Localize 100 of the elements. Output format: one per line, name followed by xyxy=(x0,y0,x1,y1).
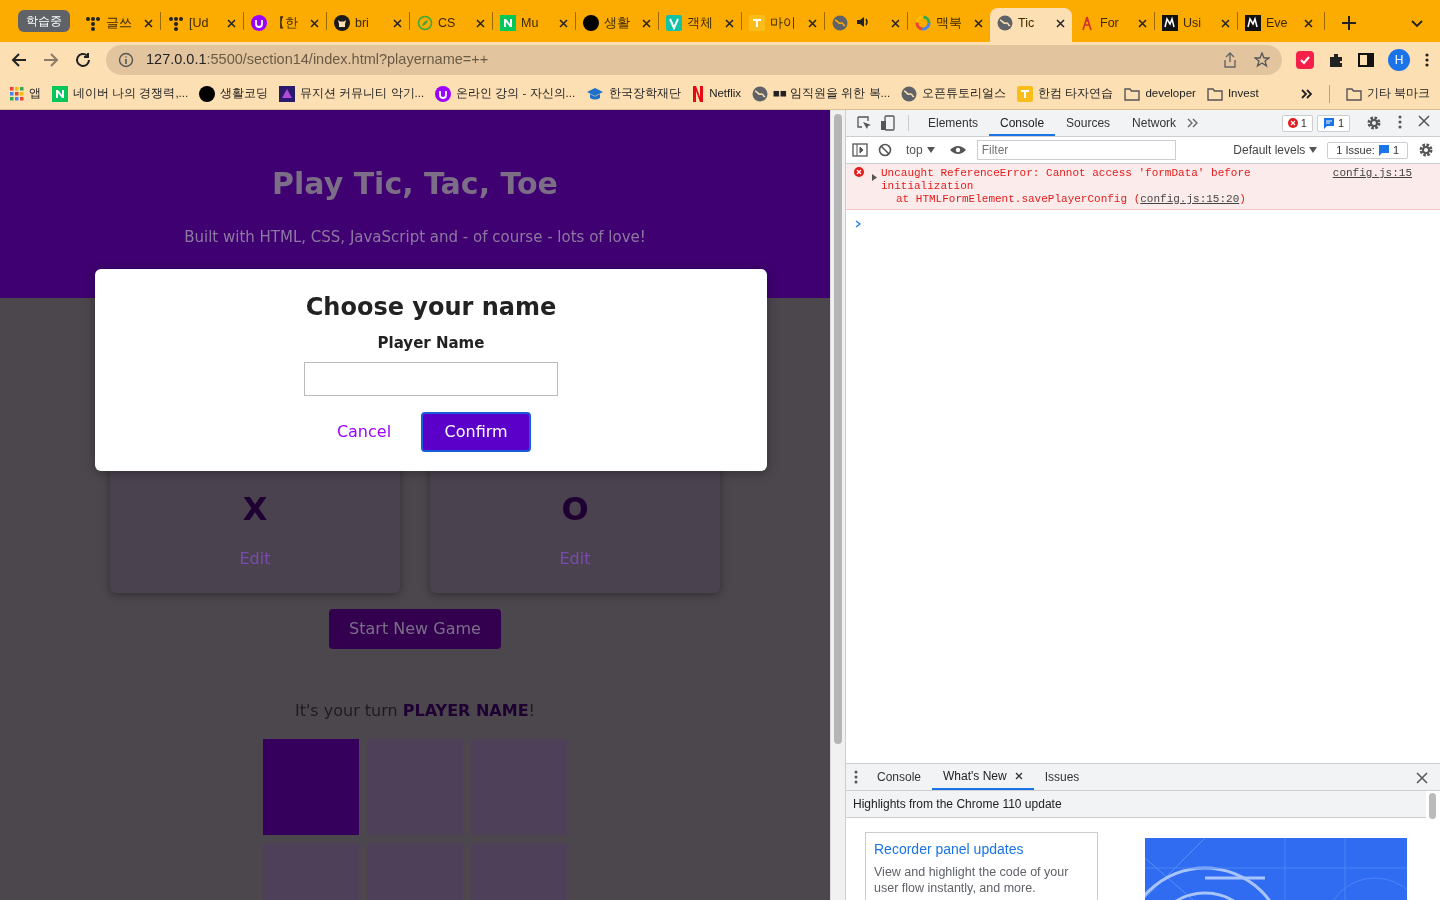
drawer-tab[interactable]: Issues xyxy=(1033,764,1091,790)
speaker-icon xyxy=(856,15,870,29)
browser-tab[interactable]: Eve xyxy=(1238,8,1320,42)
browser-tab[interactable]: Tic xyxy=(990,8,1072,42)
bookmark-link[interactable]: 뮤지션 커뮤니티 악기... xyxy=(300,84,425,103)
circle-icon xyxy=(435,85,452,102)
feature-title[interactable]: Recorder panel updates xyxy=(874,839,1089,860)
close-icon[interactable] xyxy=(559,18,568,28)
square-icon xyxy=(749,15,765,31)
browser-tab[interactable]: Mu xyxy=(493,8,575,42)
filter-field[interactable]: Filter xyxy=(976,140,1176,160)
bookmark-link[interactable]: 온라인 강의 - 자신의... xyxy=(456,84,576,103)
close-icon[interactable] xyxy=(1138,18,1147,28)
devtools-tab[interactable]: Console xyxy=(989,110,1056,136)
block-icon[interactable] xyxy=(878,143,892,157)
drawer-tab[interactable]: Console xyxy=(866,764,933,790)
panel-icon[interactable] xyxy=(852,143,868,157)
close-icon[interactable] xyxy=(1416,771,1428,784)
device-icon[interactable] xyxy=(880,115,896,131)
close-icon[interactable] xyxy=(1418,115,1430,127)
source-link[interactable]: config.js:15 xyxy=(1332,167,1412,180)
bookmark-link[interactable]: 생활코딩 xyxy=(220,84,269,103)
share-icon[interactable] xyxy=(1222,52,1238,68)
bookmark-link[interactable]: 한국장학재단 xyxy=(609,84,682,103)
close-icon[interactable] xyxy=(1056,18,1065,28)
start-game-button[interactable]: Start New Game xyxy=(329,609,501,649)
tab-group-label[interactable]: 학습중 xyxy=(18,10,70,32)
close-icon[interactable] xyxy=(1014,772,1023,780)
close-icon[interactable] xyxy=(808,18,817,28)
address-bar[interactable]: 127.0.0.1:5500/section14/index.html?playername=++ xyxy=(106,45,1282,75)
close-icon[interactable] xyxy=(1221,18,1230,28)
expand-icon[interactable] xyxy=(872,173,877,181)
bookmark-link[interactable]: Netflix xyxy=(709,84,742,103)
browser-tab[interactable]: For xyxy=(1072,8,1154,42)
bookmark-link[interactable]: ■■ 임직원을 위한 복... xyxy=(773,84,891,103)
devtools-tab[interactable]: Network xyxy=(1121,110,1188,136)
bookmark-link[interactable]: 앱 xyxy=(29,84,41,103)
cancel-button[interactable]: Cancel xyxy=(330,412,398,453)
close-icon[interactable] xyxy=(642,18,651,28)
puzzle-icon[interactable] xyxy=(1328,52,1344,68)
menu-icon[interactable] xyxy=(854,770,858,784)
menu-icon[interactable] xyxy=(1398,115,1402,129)
bookmark-link[interactable]: 오픈튜토리얼스 xyxy=(922,84,1007,103)
message-counter[interactable]: 1 xyxy=(1316,114,1350,132)
cap-icon xyxy=(586,86,605,101)
feature-card[interactable]: Recorder panel updates View and highlight the code of your user flow instantly, and more. xyxy=(865,832,1098,900)
close-icon[interactable] xyxy=(310,18,319,28)
close-icon[interactable] xyxy=(891,18,900,28)
square-icon xyxy=(1162,15,1178,31)
browser-tab[interactable]: CS xyxy=(410,8,492,42)
name-input-field[interactable] xyxy=(304,362,558,397)
issues-button[interactable]: 1 Issue: 1 xyxy=(1327,141,1408,159)
close-icon[interactable] xyxy=(974,18,983,28)
forward-icon[interactable] xyxy=(42,51,60,69)
close-icon[interactable] xyxy=(725,18,734,28)
browser-tab[interactable]: 맥북 xyxy=(908,8,990,42)
bookmark-link[interactable]: 한컴 타자연습 xyxy=(1038,84,1114,103)
square-icon xyxy=(1245,15,1261,31)
panel-icon[interactable] xyxy=(1358,52,1374,68)
close-icon[interactable] xyxy=(227,18,236,28)
browser-tab[interactable]: 【한 xyxy=(244,8,326,42)
settings-icon[interactable] xyxy=(1366,115,1382,131)
calendar-icon[interactable] xyxy=(1296,51,1314,69)
context-dropdown[interactable]: top xyxy=(902,141,939,159)
browser-tab[interactable]: 생활 xyxy=(576,8,658,42)
levels-dropdown[interactable]: Default levels xyxy=(1233,141,1318,159)
close-icon[interactable] xyxy=(144,18,153,28)
eye-icon[interactable] xyxy=(948,144,967,156)
browser-tab[interactable]: [Ud xyxy=(161,8,243,42)
error-counter[interactable]: 1 xyxy=(1281,114,1313,132)
reload-icon[interactable] xyxy=(74,51,92,69)
bookmark-link[interactable]: developer xyxy=(1145,84,1196,103)
browser-tab[interactable]: 객체 xyxy=(659,8,741,42)
devtools-tab[interactable]: Sources xyxy=(1055,110,1122,136)
bookmark-link[interactable]: 네이버 나의 경쟁력,... xyxy=(73,84,189,103)
devtools-tab[interactable]: Elements xyxy=(917,110,990,136)
bookmark-link[interactable]: Invest xyxy=(1227,84,1259,103)
square-icon xyxy=(666,15,682,31)
ring-icon xyxy=(915,15,931,31)
dots-icon xyxy=(85,15,101,31)
profile-avatar[interactable]: H xyxy=(1388,49,1410,71)
source-link[interactable]: config.js:15:20 xyxy=(1140,193,1240,205)
chevrons-icon[interactable] xyxy=(1300,87,1313,100)
new-tab-icon[interactable] xyxy=(1341,14,1357,31)
close-icon[interactable] xyxy=(476,18,485,28)
star-icon[interactable] xyxy=(1254,52,1270,68)
settings-icon[interactable] xyxy=(1418,142,1434,158)
inspect-icon[interactable] xyxy=(856,115,872,131)
browser-tab[interactable]: bri xyxy=(327,8,409,42)
browser-tab[interactable]: 마이 xyxy=(742,8,824,42)
board-cell[interactable] xyxy=(263,739,359,835)
close-icon[interactable] xyxy=(393,18,402,28)
browser-tab[interactable]: 글쓰 xyxy=(78,8,160,42)
back-icon[interactable] xyxy=(10,51,28,69)
close-icon[interactable] xyxy=(1304,18,1313,28)
scrollbar[interactable] xyxy=(830,110,845,900)
browser-tab[interactable]: Usi xyxy=(1155,8,1237,42)
bookmark-link[interactable]: 기타 북마크 xyxy=(1366,84,1430,103)
menu-icon[interactable] xyxy=(1424,52,1430,68)
confirm-button[interactable]: Confirm xyxy=(421,412,532,453)
